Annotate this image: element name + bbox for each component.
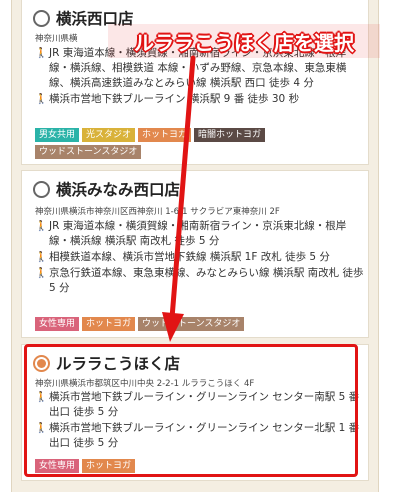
access-item: 🚶 相模鉄道本線、横浜市営地下鉄線 横浜駅 1F 改札 徒歩 5 分 [35,250,365,265]
access-item: 🚶 京急行鉄道本線、東急東横線、みなとみらい線 横浜駅 南改札 徒歩 5 分 [35,266,365,296]
store-name: 横浜みなみ西口店 [56,181,181,199]
walk-icon: 🚶 [35,392,48,403]
tag-unisex: 男女共用 [35,128,80,142]
walk-icon: 🚶 [35,268,48,279]
walk-icon: 🚶 [35,48,48,59]
tag-hot-yoga: ホットヨガ [138,128,192,142]
access-text: 横浜市営地下鉄ブルーライン・グリーンライン センター北駅 1 番出口 徒歩 5 … [49,422,360,449]
access-item: 🚶 横浜市営地下鉄ブルーライン・グリーンライン センター南駅 5 番出口 徒歩 … [35,390,365,420]
annotation-callout: ルララこうほく店を選択 [108,24,380,58]
walk-icon: 🚶 [35,221,48,232]
store-address: 神奈川県横 [35,34,78,44]
store-name: ルララこうほく店 [56,355,181,373]
tag-women-only: 女性専用 [35,459,80,473]
store-tags: 女性専用 ホットヨガ ウッドストーンスタジオ [35,317,365,334]
access-item: 🚶 横浜市営地下鉄ブルーライン 横浜駅 9 番 徒歩 30 秒 [35,92,365,107]
access-text: 横浜市営地下鉄ブルーライン・グリーンライン センター南駅 5 番出口 徒歩 5 … [49,391,360,418]
store-access-list: 🚶 横浜市営地下鉄ブルーライン・グリーンライン センター南駅 5 番出口 徒歩 … [35,390,365,452]
store-radio-button[interactable] [33,180,50,198]
walk-icon: 🚶 [35,252,48,263]
walk-icon: 🚶 [35,423,48,434]
access-item: 🚶 横浜市営地下鉄ブルーライン・グリーンライン センター北駅 1 番出口 徒歩 … [35,421,365,451]
access-text: 京急行鉄道本線、東急東横線、みなとみらい線 横浜駅 南改札 徒歩 5 分 [49,267,364,294]
store-tags: 女性専用 ホットヨガ [35,459,365,476]
tag-hot-yoga: ホットヨガ [82,459,136,473]
store-list-panel: 横浜西口店 神奈川県横 🚶 JR 東海道本線・横須賀線・湘南新宿ライン・京浜東北… [11,0,379,492]
walk-icon: 🚶 [35,94,48,105]
tag-woodstone-studio: ウッドストーンスタジオ [138,317,245,331]
tag-woodstone-studio: ウッドストーンスタジオ [35,145,142,159]
access-text: JR 東海道本線・横須賀線・湘南新宿ライン・京浜東北線・根岸線・横浜線 横浜駅 … [49,220,347,247]
store-radio-button-selected[interactable] [33,354,50,372]
tag-light-studio: 光スタジオ [82,128,136,142]
store-radio-button[interactable] [33,9,50,27]
store-card-lalala-kohoku[interactable]: ルララこうほく店 神奈川県横浜市都筑区中川中央 2-2-1 ルララこうほく 4F… [21,344,369,481]
access-item: 🚶 JR 東海道本線・横須賀線・湘南新宿ライン・京浜東北線・根岸線・横浜線 横浜… [35,219,365,249]
store-header[interactable]: ルララこうほく店 [33,351,180,375]
store-access-list: 🚶 JR 東海道本線・横須賀線・湘南新宿ライン・京浜東北線・根岸線・横浜線 横浜… [35,219,365,297]
access-text: 横浜市営地下鉄ブルーライン 横浜駅 9 番 徒歩 30 秒 [49,93,300,105]
tag-hot-yoga: ホットヨガ [82,317,136,331]
store-header[interactable]: 横浜みなみ西口店 [33,177,180,201]
store-address: 神奈川県横浜市神奈川区西神奈川 1-6-1 サクラビア東神奈川 2F [35,207,280,217]
tag-women-only: 女性専用 [35,317,80,331]
tag-dark-hot-yoga: 暗闇ホットヨガ [194,128,266,142]
store-tags: 男女共用 光スタジオ ホットヨガ 暗闇ホットヨガ ウッドストーンスタジオ [35,128,365,162]
store-card-yokohama-minami-nishiguchi[interactable]: 横浜みなみ西口店 神奈川県横浜市神奈川区西神奈川 1-6-1 サクラビア東神奈川… [21,170,369,338]
store-address: 神奈川県横浜市都筑区中川中央 2-2-1 ルララこうほく 4F [35,379,255,389]
access-text: 相模鉄道本線、横浜市営地下鉄線 横浜駅 1F 改札 徒歩 5 分 [49,251,330,263]
